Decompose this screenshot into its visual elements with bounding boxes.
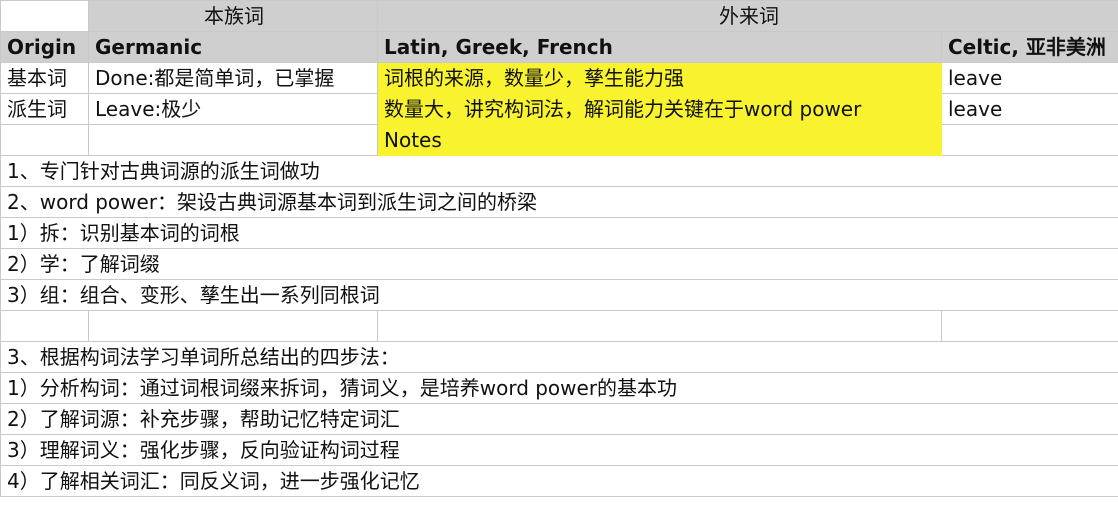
note-row: 2、word power：架设古典词源基本词到派生词之间的桥梁 bbox=[0, 186, 1118, 218]
note-cell[interactable]: 2、word power：架设古典词源基本词到派生词之间的桥梁 bbox=[0, 186, 1118, 218]
table-row: 派生词 Leave:极少 数量大，讲究构词法，解词能力关键在于word powe… bbox=[0, 93, 1118, 125]
table-row: 基本词 Done:都是简单词，已掌握 词根的来源，数量少，孳生能力强 leave bbox=[0, 62, 1118, 94]
note-row: 3）组：组合、变形、孳生出一系列同根词 bbox=[0, 279, 1118, 311]
note-cell[interactable]: 1）分析构词：通过词根词缀来拆词，猜词义，是培养word power的基本功 bbox=[0, 372, 1118, 404]
cell-blank[interactable] bbox=[0, 310, 89, 342]
note-cell[interactable]: 3）组：组合、变形、孳生出一系列同根词 bbox=[0, 279, 1118, 311]
header-native[interactable]: 本族词 bbox=[88, 0, 378, 32]
cell-celtic[interactable] bbox=[941, 124, 1118, 156]
note-cell[interactable]: 2）了解词源：补充步骤，帮助记忆特定词汇 bbox=[0, 403, 1118, 435]
note-row: 3）理解词义：强化步骤，反向验证构词过程 bbox=[0, 434, 1118, 466]
note-cell[interactable]: 3）理解词义：强化步骤，反向验证构词过程 bbox=[0, 434, 1118, 466]
cell-germanic[interactable]: Done:都是简单词，已掌握 bbox=[88, 62, 378, 94]
header-foreign[interactable]: 外来词 bbox=[377, 0, 1118, 32]
cell-blank[interactable] bbox=[377, 310, 942, 342]
cell-origin[interactable]: 基本词 bbox=[0, 62, 89, 94]
table-row: Notes bbox=[0, 124, 1118, 156]
note-cell[interactable]: 1、专门针对古典词源的派生词做功 bbox=[0, 155, 1118, 187]
cell-latin[interactable]: 词根的来源，数量少，孳生能力强 bbox=[377, 62, 942, 94]
header-row-2: Origin Germanic Latin, Greek, French Cel… bbox=[0, 31, 1118, 63]
note-row: 1、专门针对古典词源的派生词做功 bbox=[0, 155, 1118, 187]
cell-origin[interactable]: 派生词 bbox=[0, 93, 89, 125]
note-row: 2）学：了解词缀 bbox=[0, 248, 1118, 280]
cell-celtic[interactable]: leave bbox=[941, 62, 1118, 94]
cell-blank[interactable] bbox=[941, 310, 1118, 342]
cell-a1[interactable] bbox=[0, 0, 89, 32]
note-row: 3、根据构词法学习单词所总结出的四步法： bbox=[0, 341, 1118, 373]
cell-celtic[interactable]: leave bbox=[941, 93, 1118, 125]
header-origin[interactable]: Origin bbox=[0, 31, 89, 63]
header-celtic[interactable]: Celtic, 亚非美洲 bbox=[941, 31, 1118, 63]
header-row-1: 本族词 外来词 bbox=[0, 0, 1118, 32]
note-row: 1）拆：识别基本词的词根 bbox=[0, 217, 1118, 249]
note-cell[interactable]: 4）了解相关词汇：同反义词，进一步强化记忆 bbox=[0, 465, 1118, 497]
spreadsheet: 本族词 外来词 Origin Germanic Latin, Greek, Fr… bbox=[0, 0, 1118, 516]
word-origin-table: 本族词 外来词 Origin Germanic Latin, Greek, Fr… bbox=[0, 0, 1118, 497]
cell-latin[interactable]: 数量大，讲究构词法，解词能力关键在于word power bbox=[377, 93, 942, 125]
cell-latin[interactable]: Notes bbox=[377, 124, 942, 156]
cell-blank[interactable] bbox=[88, 310, 378, 342]
blank-row bbox=[0, 310, 1118, 342]
note-cell[interactable]: 3、根据构词法学习单词所总结出的四步法： bbox=[0, 341, 1118, 373]
note-row: 1）分析构词：通过词根词缀来拆词，猜词义，是培养word power的基本功 bbox=[0, 372, 1118, 404]
cell-origin[interactable] bbox=[0, 124, 89, 156]
header-germanic[interactable]: Germanic bbox=[88, 31, 378, 63]
cell-germanic[interactable] bbox=[88, 124, 378, 156]
note-cell[interactable]: 2）学：了解词缀 bbox=[0, 248, 1118, 280]
cell-germanic[interactable]: Leave:极少 bbox=[88, 93, 378, 125]
note-row: 4）了解相关词汇：同反义词，进一步强化记忆 bbox=[0, 465, 1118, 497]
note-cell[interactable]: 1）拆：识别基本词的词根 bbox=[0, 217, 1118, 249]
note-row: 2）了解词源：补充步骤，帮助记忆特定词汇 bbox=[0, 403, 1118, 435]
header-latin-greek-french[interactable]: Latin, Greek, French bbox=[377, 31, 942, 63]
